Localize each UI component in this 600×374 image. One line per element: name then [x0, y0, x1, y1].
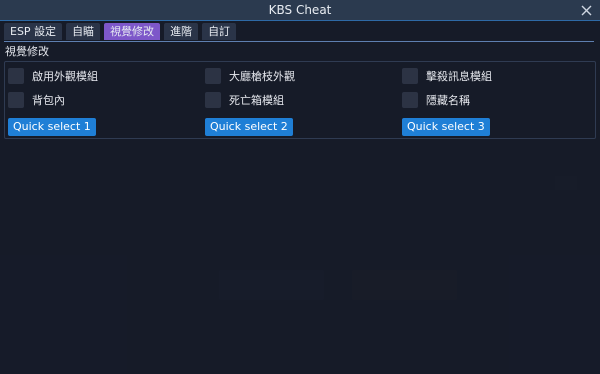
option-label: 大廳槍枝外觀	[229, 70, 295, 83]
checkbox[interactable]	[8, 68, 24, 84]
quick-select-3-button[interactable]: Quick select 3	[402, 118, 490, 136]
option-death-box-module[interactable]: 死亡箱模組	[205, 91, 284, 109]
option-enable-skin-module[interactable]: 啟用外觀模組	[8, 67, 98, 85]
quick-select-1-button[interactable]: Quick select 1	[8, 118, 96, 136]
section-title: 視覺修改	[5, 45, 49, 58]
close-icon[interactable]	[578, 0, 594, 20]
option-label: 背包內	[32, 94, 65, 107]
option-label: 隱藏名稱	[426, 94, 470, 107]
option-label: 啟用外觀模組	[32, 70, 98, 83]
option-kill-message-module[interactable]: 擊殺訊息模組	[402, 67, 492, 85]
checkbox[interactable]	[402, 92, 418, 108]
title-bar[interactable]: KBS Cheat	[0, 0, 600, 21]
option-label: 死亡箱模組	[229, 94, 284, 107]
tab-bar: ESP 設定 自瞄 視覺修改 進階 自訂	[4, 23, 237, 41]
option-hide-name[interactable]: 隱藏名稱	[402, 91, 470, 109]
checkbox[interactable]	[402, 68, 418, 84]
tab-divider	[4, 41, 594, 42]
checkbox[interactable]	[205, 92, 221, 108]
option-label: 擊殺訊息模組	[426, 70, 492, 83]
checkbox[interactable]	[8, 92, 24, 108]
option-in-backpack[interactable]: 背包內	[8, 91, 65, 109]
tab-aimbot[interactable]: 自瞄	[66, 23, 101, 40]
tab-visual-mods[interactable]: 視覺修改	[104, 23, 161, 40]
window-title: KBS Cheat	[268, 3, 332, 17]
checkbox[interactable]	[205, 68, 221, 84]
quick-select-2-button[interactable]: Quick select 2	[205, 118, 293, 136]
cheat-window: KBS Cheat ESP 設定 自瞄 視覺修改 進階 自訂 視覺修改 啟用外觀…	[0, 0, 600, 374]
tab-esp-settings[interactable]: ESP 設定	[4, 23, 63, 40]
option-lobby-weapon-skin[interactable]: 大廳槍枝外觀	[205, 67, 295, 85]
tab-custom[interactable]: 自訂	[202, 23, 237, 40]
tab-advanced[interactable]: 進階	[164, 23, 199, 40]
